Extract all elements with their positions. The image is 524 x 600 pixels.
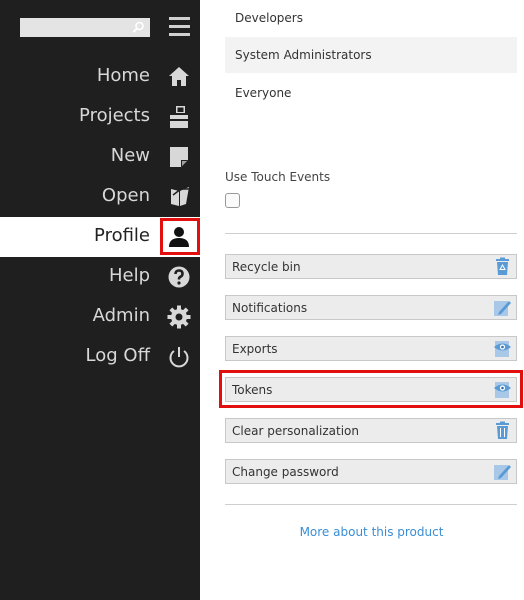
nav-item-projects[interactable]: Projects [0, 97, 200, 137]
search-input[interactable] [20, 18, 132, 37]
touch-events-checkbox[interactable] [225, 193, 240, 208]
sidebar-nav: Home Projects New Open Profile Help Admi… [0, 57, 200, 377]
search-icon[interactable] [132, 21, 145, 34]
nav-label: Profile [94, 225, 150, 246]
sidebar: Home Projects New Open Profile Help Admi… [0, 0, 200, 600]
edit-icon [494, 465, 511, 480]
button-label: Recycle bin [232, 260, 301, 274]
nav-item-profile[interactable]: Profile [0, 217, 200, 257]
notifications-button[interactable]: Notifications [225, 295, 517, 320]
edit-icon [494, 301, 511, 316]
nav-label: Projects [79, 105, 150, 126]
button-label: Notifications [232, 301, 308, 315]
menu-icon[interactable] [169, 16, 191, 38]
button-label: Clear personalization [232, 424, 359, 438]
group-item-system-administrators[interactable]: System Administrators [225, 37, 517, 73]
divider [225, 504, 517, 505]
nav-label: Help [108, 265, 150, 286]
app-root: Home Projects New Open Profile Help Admi… [0, 0, 524, 600]
search-box [20, 18, 150, 37]
divider [225, 233, 517, 234]
nav-label: Home [96, 65, 150, 86]
profile-panel: Developers System Administrators Everyon… [200, 0, 524, 600]
user-icon [169, 227, 189, 247]
nav-label: Admin [92, 305, 150, 326]
nav-label: Log Off [85, 345, 150, 366]
nav-item-admin[interactable]: Admin [0, 297, 200, 337]
gear-icon [167, 305, 191, 329]
tokens-highlight-frame [219, 370, 523, 408]
nav-item-new[interactable]: New [0, 137, 200, 177]
new-document-icon [170, 147, 188, 167]
trash-icon [496, 421, 509, 439]
nav-label: New [110, 145, 150, 166]
nav-item-help[interactable]: Help [0, 257, 200, 297]
nav-item-home[interactable]: Home [0, 57, 200, 97]
nav-item-logoff[interactable]: Log Off [0, 337, 200, 377]
open-folder-icon [171, 187, 189, 206]
exports-button[interactable]: Exports [225, 336, 517, 361]
nav-item-open[interactable]: Open [0, 177, 200, 217]
more-about-product-link[interactable]: More about this product [200, 525, 524, 539]
clear-personalization-button[interactable]: Clear personalization [225, 418, 517, 443]
power-icon [169, 347, 189, 368]
home-icon [169, 67, 189, 86]
group-item-developers[interactable]: Developers [225, 0, 517, 36]
group-item-everyone[interactable]: Everyone [225, 75, 517, 111]
view-icon [494, 341, 511, 357]
button-label: Change password [232, 465, 339, 479]
change-password-button[interactable]: Change password [225, 459, 517, 484]
nav-label: Open [101, 185, 150, 206]
button-label: Exports [232, 342, 278, 356]
help-icon [168, 266, 190, 288]
recycle-bin-button[interactable]: Recycle bin [225, 254, 517, 279]
projects-icon [170, 106, 188, 128]
recycle-bin-icon [496, 257, 509, 275]
touch-events-label: Use Touch Events [225, 170, 331, 184]
